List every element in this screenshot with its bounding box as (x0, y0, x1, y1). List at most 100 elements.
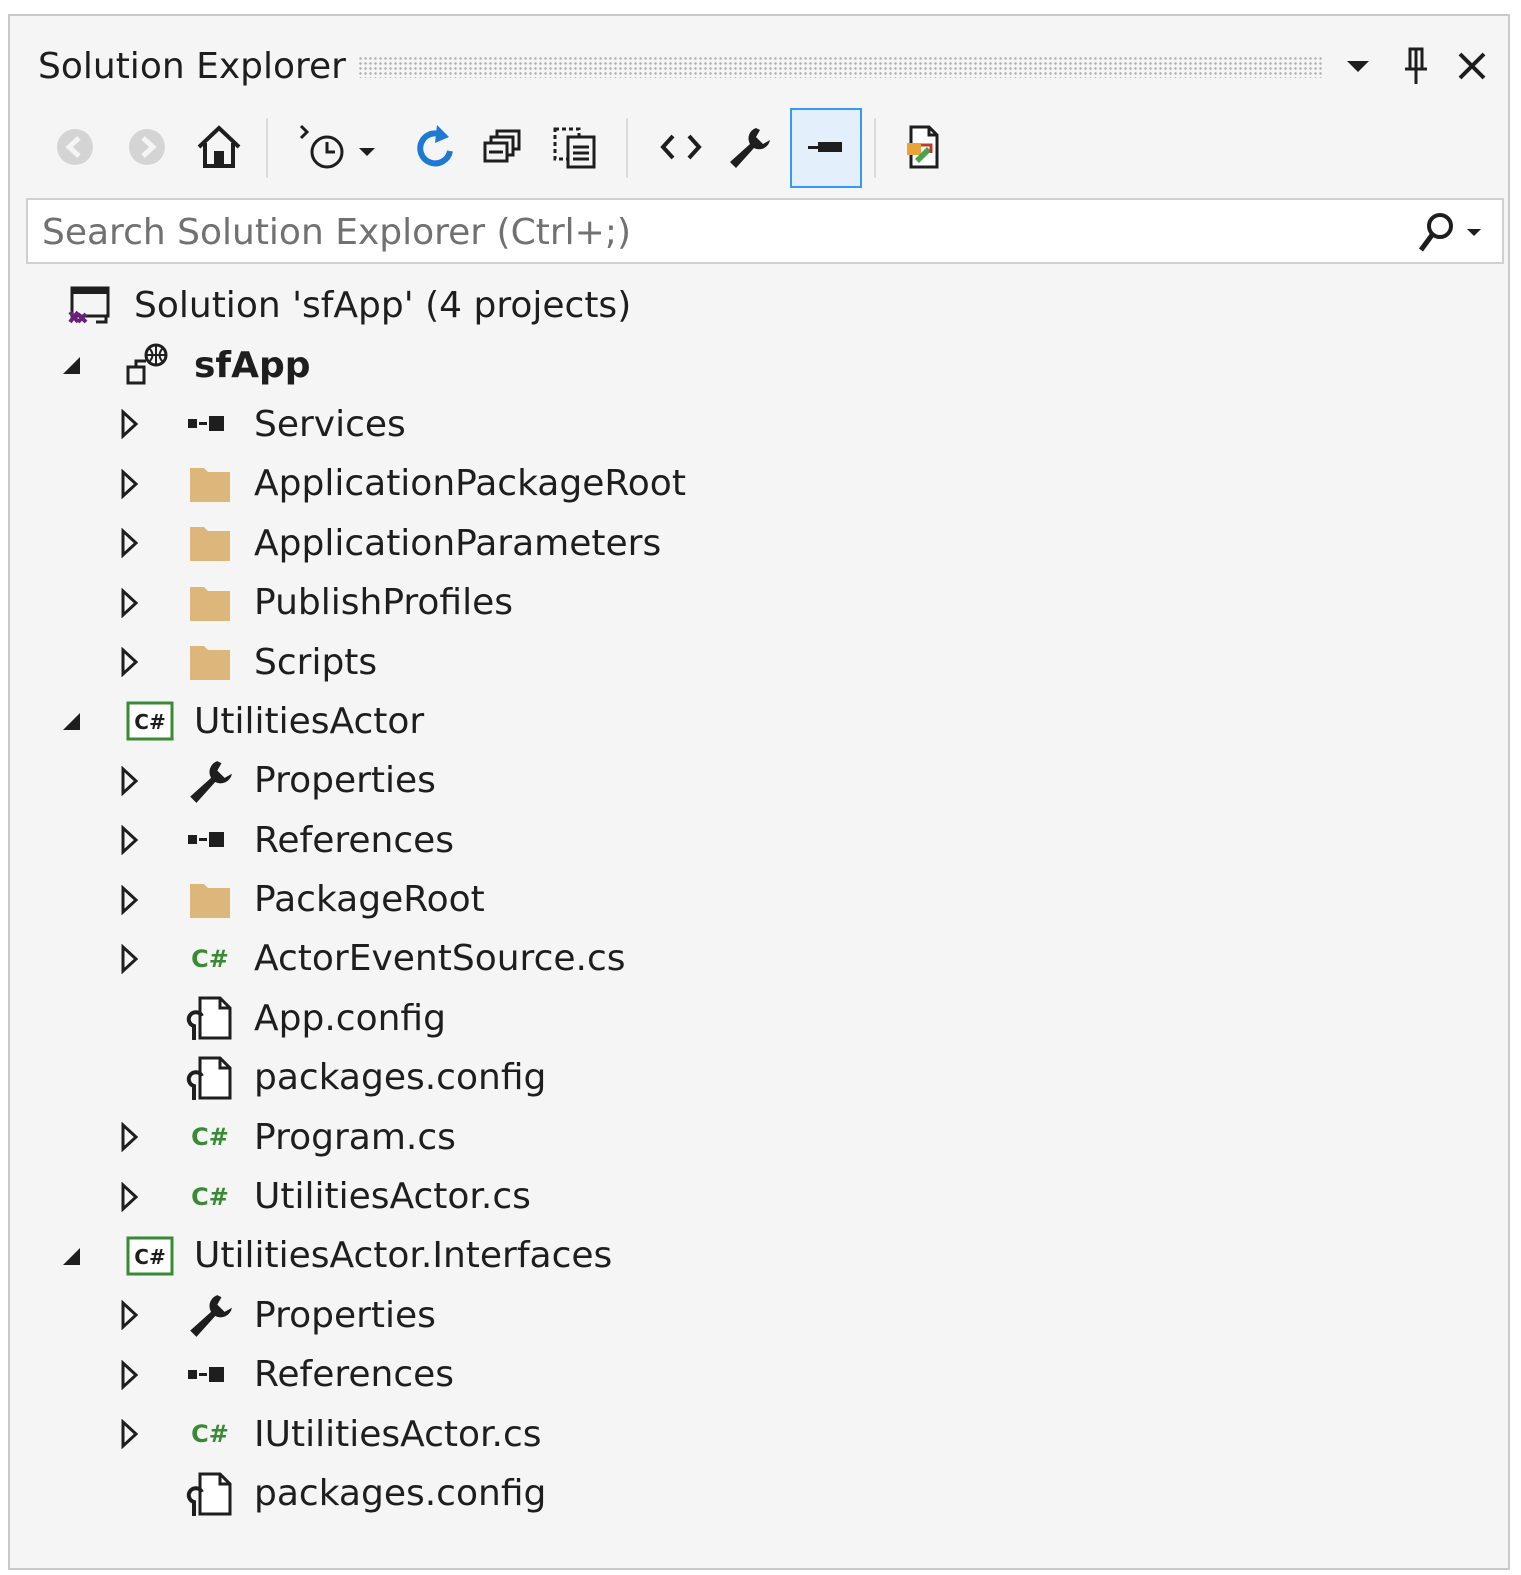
tree-item-label: Properties (254, 760, 436, 802)
expand-arrow-icon[interactable] (114, 1177, 144, 1217)
tree-item[interactable]: C# UtilitiesActor.cs (10, 1167, 1508, 1226)
search-box (26, 198, 1504, 264)
tree-item[interactable]: References (10, 811, 1508, 870)
tree-item[interactable]: C# ActorEventSource.cs (10, 929, 1508, 988)
tree-item[interactable]: C# IUtilitiesActor.cs (10, 1404, 1508, 1463)
wrench-icon (184, 755, 236, 807)
expand-arrow-icon[interactable] (114, 523, 144, 563)
search-options-button[interactable] (1408, 208, 1490, 256)
service-fabric-app-icon (124, 339, 176, 391)
collapse-arrow-icon[interactable] (56, 701, 86, 741)
csharp-project-icon: C# (124, 695, 176, 747)
expand-arrow-icon[interactable] (114, 761, 144, 801)
folder-icon (184, 577, 236, 629)
auto-hide-pin-button[interactable] (1394, 42, 1438, 90)
collapse-all-button[interactable] (470, 108, 536, 186)
close-button[interactable] (1450, 42, 1494, 90)
expand-arrow-icon[interactable] (114, 1355, 144, 1395)
back-arrow-icon (57, 129, 93, 165)
tree-item[interactable]: PackageRoot (10, 870, 1508, 929)
tree-item[interactable]: Services (10, 395, 1508, 454)
pending-changes-filter-button[interactable] (290, 108, 386, 186)
preview-selected-items-button[interactable] (790, 108, 862, 188)
expand-arrow-icon[interactable] (114, 1414, 144, 1454)
tree-item[interactable]: packages.config (10, 1048, 1508, 1107)
svg-text:C#: C# (134, 710, 165, 734)
tree-item-label: IUtilitiesActor.cs (254, 1413, 542, 1455)
back-button[interactable] (42, 108, 108, 186)
tree-item-label: packages.config (254, 1473, 547, 1514)
home-button[interactable] (186, 108, 252, 186)
tree-item-label: UtilitiesActor (194, 700, 425, 742)
drag-grip[interactable] (358, 56, 1324, 78)
home-icon (197, 125, 241, 168)
expand-arrow-icon[interactable] (114, 583, 144, 623)
expand-arrow-icon[interactable] (114, 642, 144, 682)
chevron-down-icon (1467, 229, 1481, 236)
history-clock-icon (299, 124, 375, 169)
show-all-files-icon (553, 127, 596, 169)
wrench-icon (730, 128, 770, 168)
expand-arrow-icon[interactable] (114, 1117, 144, 1157)
tree-item[interactable]: References (10, 1345, 1508, 1404)
svg-text:C#: C# (191, 1123, 229, 1151)
svg-text:C#: C# (191, 945, 229, 973)
toolbar-separator (874, 118, 876, 178)
tree-item-label: Scripts (254, 641, 378, 683)
expand-arrow-icon[interactable] (114, 820, 144, 860)
references-icon (184, 1349, 236, 1401)
tree-item[interactable]: C# Program.cs (10, 1107, 1508, 1166)
collapse-arrow-icon[interactable] (56, 345, 86, 385)
folder-icon (184, 517, 236, 569)
tree-item[interactable]: Properties (10, 1286, 1508, 1345)
window-options-button[interactable] (1336, 42, 1380, 90)
tree-item-label: sfApp (194, 344, 311, 386)
tree-item[interactable]: C# UtilitiesActor (10, 692, 1508, 751)
folder-icon (184, 636, 236, 688)
class-view-button[interactable] (890, 108, 956, 186)
expand-arrow-icon[interactable] (114, 404, 144, 444)
toolbar-separator (266, 118, 268, 178)
tree-item-label: ActorEventSource.cs (254, 938, 626, 980)
dropdown-arrow-icon (1347, 61, 1369, 72)
tree-item[interactable]: ApplicationParameters (10, 514, 1508, 573)
code-brackets-icon (660, 134, 702, 160)
collapse-arrow-icon[interactable] (56, 1236, 86, 1276)
tree-item-label: Solution 'sfApp' (4 projects) (134, 285, 632, 327)
forward-button[interactable] (114, 108, 180, 186)
tree-item-label: PublishProfiles (254, 582, 514, 624)
search-icon (1418, 213, 1453, 252)
wrench-icon (184, 1289, 236, 1341)
tree-item-label: References (254, 819, 455, 861)
title-bar[interactable]: Solution Explorer (10, 16, 1508, 108)
tree-item[interactable]: Scripts (10, 632, 1508, 691)
expand-arrow-icon[interactable] (114, 1295, 144, 1335)
svg-text:C#: C# (191, 1183, 229, 1211)
tree-item[interactable]: PublishProfiles (10, 573, 1508, 632)
expand-arrow-icon[interactable] (114, 939, 144, 979)
csharp-project-icon: C# (124, 1230, 176, 1282)
tree-item[interactable]: ApplicationPackageRoot (10, 454, 1508, 513)
search-input[interactable] (40, 200, 1384, 264)
expand-arrow-icon[interactable] (114, 464, 144, 504)
properties-button[interactable] (716, 108, 782, 186)
references-icon (184, 814, 236, 866)
tree-item[interactable]: App.config (10, 989, 1508, 1048)
svg-text:C#: C# (134, 1245, 165, 1269)
csharp-file-icon: C# (184, 1171, 236, 1223)
tree-item[interactable]: packages.config (10, 1464, 1508, 1523)
pin-icon (1405, 47, 1427, 84)
view-code-button[interactable] (648, 108, 714, 186)
preview-icon (808, 142, 842, 152)
tree-item[interactable]: C# UtilitiesActor.Interfaces (10, 1226, 1508, 1285)
tree-item-solution[interactable]: Solution 'sfApp' (4 projects) (10, 276, 1508, 335)
expand-arrow-icon[interactable] (114, 880, 144, 920)
tree-item-label: UtilitiesActor.Interfaces (194, 1235, 613, 1277)
tree-item-label: Properties (254, 1294, 436, 1336)
tree-item[interactable]: sfApp (10, 335, 1508, 394)
tree-item[interactable]: Properties (10, 751, 1508, 810)
show-all-files-button[interactable] (542, 108, 608, 186)
tree-item-label: ApplicationPackageRoot (254, 463, 686, 505)
refresh-button[interactable] (402, 108, 468, 186)
refresh-icon (417, 125, 453, 167)
